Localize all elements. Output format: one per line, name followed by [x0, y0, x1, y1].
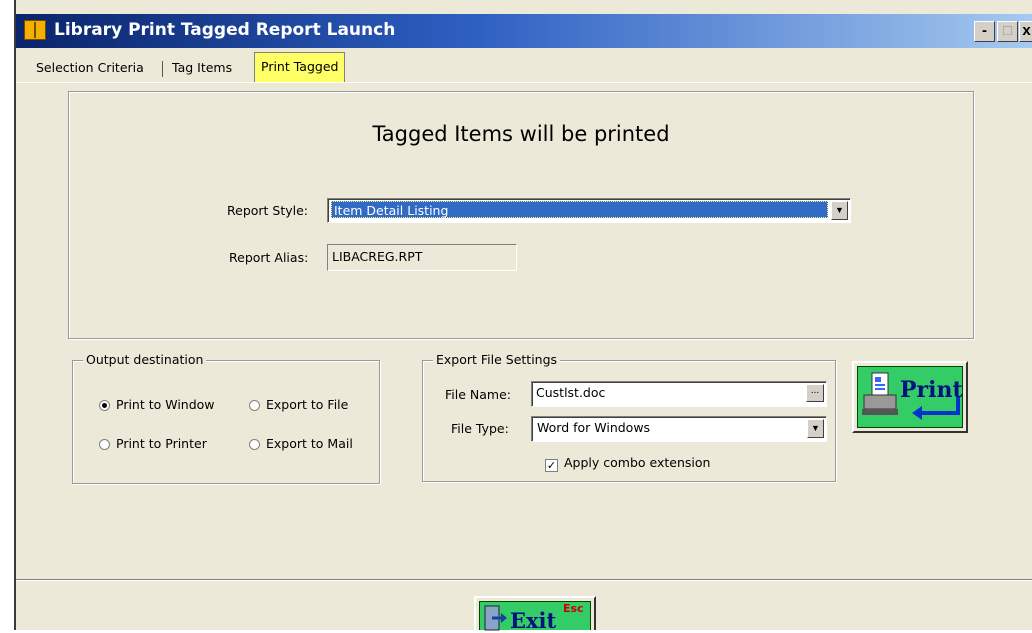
checkmark-icon: ✓: [545, 459, 558, 472]
chevron-down-icon[interactable]: ▼: [831, 201, 848, 220]
file-type-value: Word for Windows: [537, 420, 651, 435]
output-destination-group: Output destination Print to Window Expor…: [72, 352, 380, 484]
app-window: Library Print Tagged Report Launch - □ x…: [14, 0, 1032, 633]
esc-shortcut-label: Esc: [563, 602, 584, 615]
tab-divider: [162, 61, 163, 77]
file-name-label: File Name:: [445, 387, 511, 402]
report-style-value: Item Detail Listing: [331, 201, 828, 218]
exit-button-face: Exit Esc: [479, 601, 591, 633]
printer-icon: [862, 372, 898, 415]
tab-selection-criteria[interactable]: Selection Criteria: [30, 57, 150, 81]
report-style-select[interactable]: Item Detail Listing ▼: [327, 198, 851, 223]
report-alias-label: Report Alias:: [229, 250, 309, 265]
radio-export-to-mail[interactable]: Export to Mail: [249, 436, 353, 451]
minimize-button[interactable]: -: [974, 21, 995, 42]
tab-strip: Selection Criteria Tag Items Print Tagge…: [16, 50, 1032, 84]
title-bar[interactable]: Library Print Tagged Report Launch - □ x: [16, 14, 1032, 48]
print-button-face: Print: [857, 366, 963, 428]
radio-icon: [249, 439, 260, 450]
maximize-button[interactable]: □: [997, 21, 1018, 42]
report-panel: Tagged Items will be printed Report Styl…: [68, 91, 974, 339]
radio-export-to-file[interactable]: Export to File: [249, 397, 348, 412]
radio-label: Export to File: [266, 397, 349, 412]
apply-combo-checkbox[interactable]: ✓ Apply combo extension: [545, 455, 710, 472]
file-name-input[interactable]: Custlst.doc ...: [531, 381, 827, 407]
window-title: Library Print Tagged Report Launch: [54, 20, 396, 40]
report-style-label: Report Style:: [227, 203, 309, 218]
tab-print-tagged[interactable]: Print Tagged: [254, 52, 346, 82]
file-name-value: Custlst.doc: [536, 385, 606, 400]
file-type-label: File Type:: [451, 421, 509, 436]
tab-tag-items[interactable]: Tag Items: [166, 57, 238, 81]
report-alias-field: LIBACREG.RPT: [327, 244, 517, 271]
radio-icon: [249, 400, 260, 411]
report-alias-value: LIBACREG.RPT: [332, 249, 423, 264]
close-button[interactable]: x: [1019, 21, 1032, 42]
browse-button[interactable]: ...: [806, 384, 824, 402]
print-button[interactable]: Print: [852, 361, 968, 433]
radio-icon: [99, 439, 110, 450]
book-icon: [24, 20, 46, 40]
export-settings-title: Export File Settings: [433, 352, 561, 367]
exit-label: Exit: [510, 608, 557, 633]
radio-label: Export to Mail: [266, 436, 353, 451]
tab-page: Tagged Items will be printed Report Styl…: [16, 82, 1032, 631]
door-exit-icon: [484, 605, 507, 631]
exit-button[interactable]: Exit Esc: [474, 596, 596, 633]
radio-label: Print to Printer: [116, 436, 207, 451]
chevron-down-icon[interactable]: ▼: [807, 419, 824, 438]
footer-divider: [16, 579, 1032, 581]
radio-selected-icon: [99, 400, 110, 411]
apply-combo-label: Apply combo extension: [564, 455, 711, 470]
export-file-settings-group: Export File Settings File Name: Custlst.…: [422, 352, 836, 482]
radio-print-to-printer[interactable]: Print to Printer: [99, 436, 207, 451]
radio-print-to-window[interactable]: Print to Window: [99, 397, 215, 412]
page-heading: Tagged Items will be printed: [372, 122, 670, 146]
file-type-select[interactable]: Word for Windows ▼: [531, 416, 827, 442]
output-destination-title: Output destination: [83, 352, 207, 367]
arrow-return-icon: [912, 397, 960, 420]
radio-label: Print to Window: [116, 397, 215, 412]
